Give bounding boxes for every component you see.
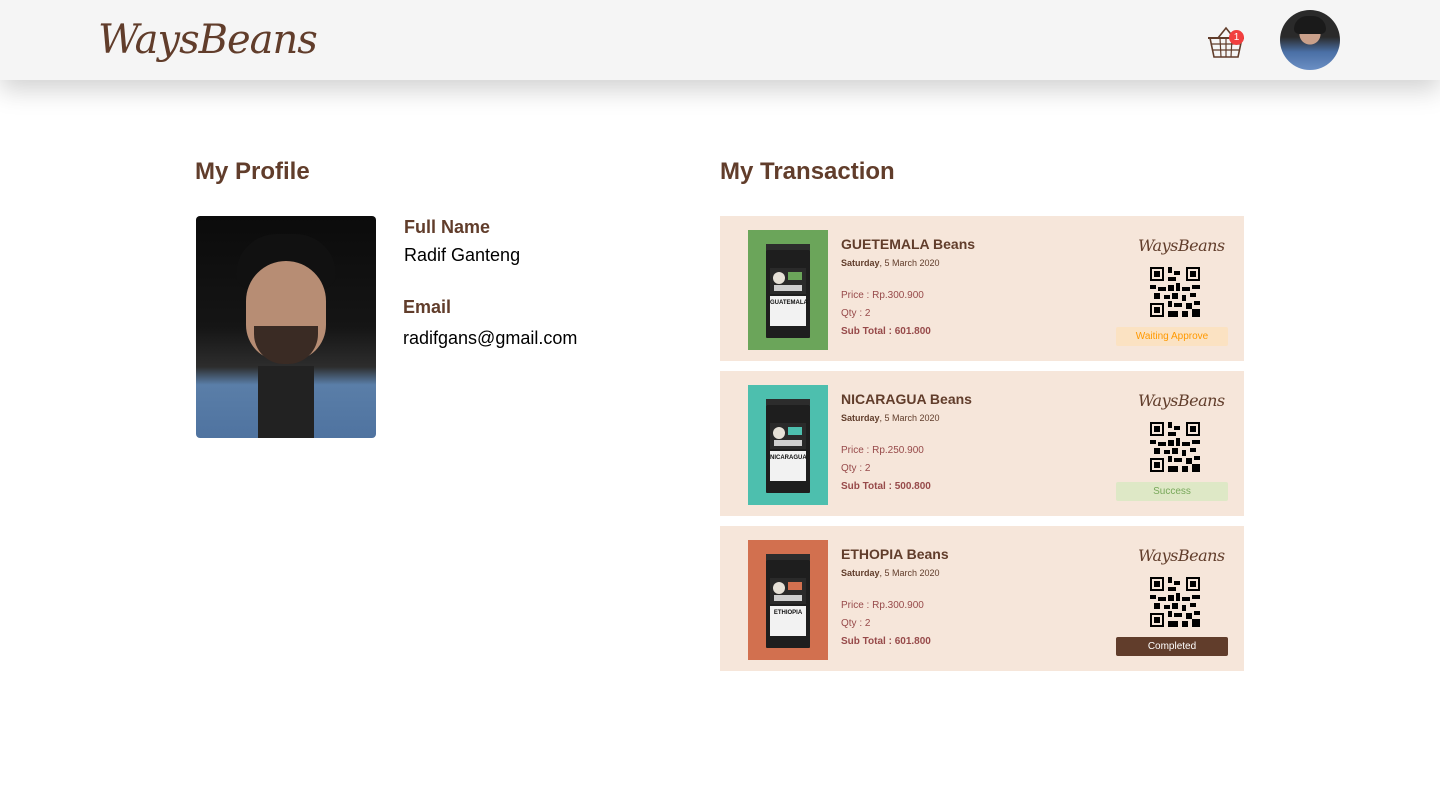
full-name-value: Radif Ganteng [404, 245, 521, 265]
bag-art-icon [770, 423, 806, 449]
email-value: radifgans@gmail.com [403, 328, 578, 348]
bag-art-icon [770, 578, 806, 604]
product-image: GUATEMALA [748, 230, 828, 350]
transaction-title: My Transaction [720, 158, 895, 185]
product-image: ETHIOPIA [748, 540, 828, 660]
profile-title: My Profile [195, 158, 310, 185]
product-name: ETHOPIA Beans [841, 546, 949, 562]
bag-label: NICARAGUA [770, 451, 807, 481]
product-price: Price : Rp.300.900 [841, 290, 924, 301]
waysbeans-logo-small: WaysBeans [1138, 546, 1225, 565]
status-badge: Waiting Approve [1116, 327, 1228, 346]
subtotal: Sub Total : 601.800 [841, 326, 931, 337]
waysbeans-logo[interactable]: WaysBeans [98, 14, 318, 66]
profile-photo [196, 216, 376, 438]
transaction-card[interactable]: GUATEMALA GUETEMALA Beans Saturday, 5 Ma… [720, 216, 1244, 361]
product-qty: Qty : 2 [841, 463, 871, 474]
waysbeans-logo-small: WaysBeans [1138, 236, 1225, 255]
transaction-date: Saturday, 5 March 2020 [841, 258, 940, 268]
transaction-date: Saturday, 5 March 2020 [841, 413, 940, 423]
status-badge: Success [1116, 482, 1228, 501]
transaction-card[interactable]: ETHIOPIA ETHOPIA Beans Saturday, 5 March… [720, 526, 1244, 671]
qr-code-icon [1150, 577, 1200, 627]
subtotal: Sub Total : 601.800 [841, 636, 931, 647]
qr-code-icon [1150, 422, 1200, 472]
waysbeans-logo-small: WaysBeans [1138, 391, 1225, 410]
bag-art-icon [770, 268, 806, 294]
product-image: NICARAGUA [748, 385, 828, 505]
bag-label: ETHIOPIA [770, 606, 806, 636]
user-avatar[interactable] [1280, 10, 1340, 70]
cart-count-badge: 1 [1229, 30, 1244, 45]
subtotal: Sub Total : 500.800 [841, 481, 931, 492]
email-label: Email [403, 297, 452, 317]
navbar: WaysBeans 1 [0, 0, 1440, 80]
product-name: GUETEMALA Beans [841, 236, 976, 252]
product-price: Price : Rp.250.900 [841, 445, 924, 456]
status-badge: Completed [1116, 637, 1228, 656]
product-qty: Qty : 2 [841, 618, 871, 629]
bag-label: GUATEMALA [770, 296, 808, 326]
product-name: NICARAGUA Beans [841, 391, 972, 407]
qr-code-icon [1150, 267, 1200, 317]
product-qty: Qty : 2 [841, 308, 871, 319]
transaction-card[interactable]: NICARAGUA NICARAGUA Beans Saturday, 5 Ma… [720, 371, 1244, 516]
product-price: Price : Rp.300.900 [841, 600, 924, 611]
full-name-label: Full Name [404, 217, 491, 237]
transaction-date: Saturday, 5 March 2020 [841, 568, 940, 578]
